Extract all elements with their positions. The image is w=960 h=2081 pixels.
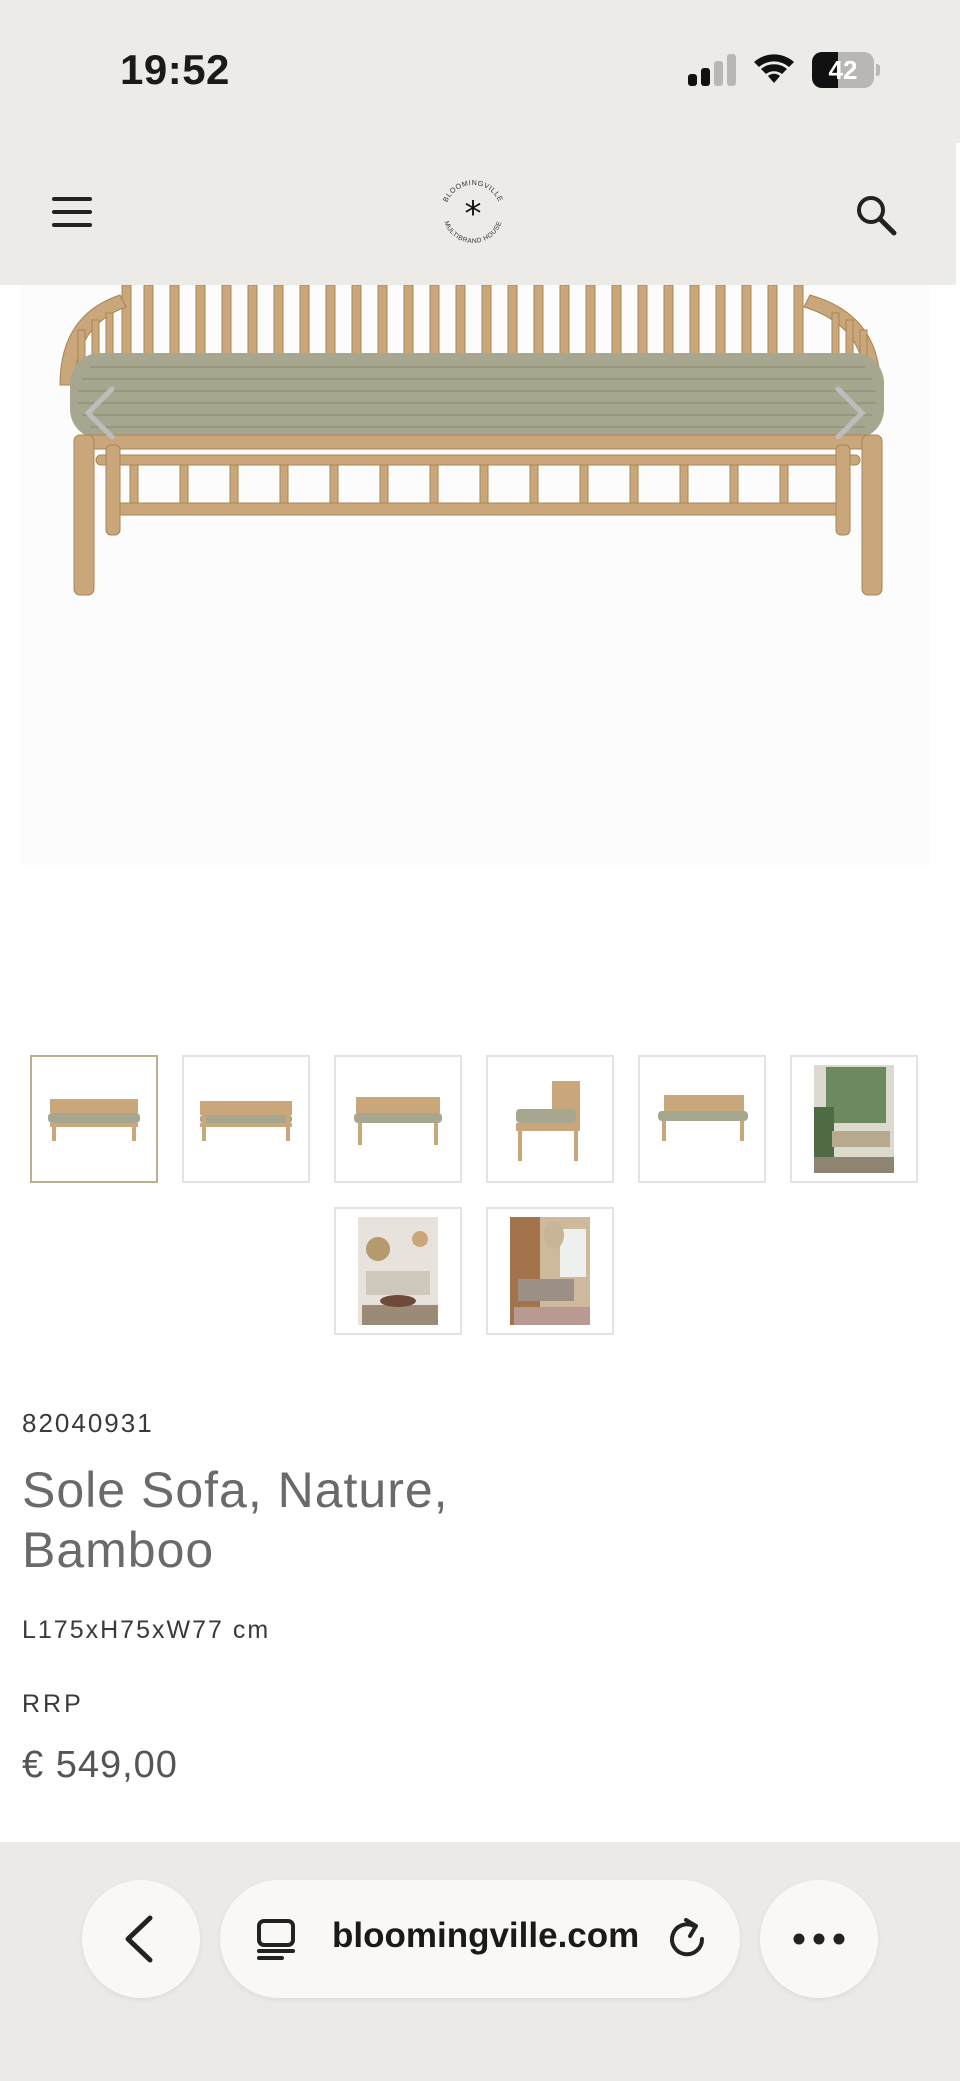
wifi-icon: [754, 54, 794, 83]
battery-level: 42: [828, 55, 858, 85]
more-dots-icon: [793, 1933, 845, 1945]
thumbnail-8[interactable]: [486, 1207, 614, 1335]
main-product-image[interactable]: [20, 284, 930, 865]
next-image-arrow-icon[interactable]: [830, 383, 870, 443]
back-chevron-icon: [125, 1915, 153, 1963]
product-sku: 82040931: [22, 1408, 154, 1438]
cellular-signal-icon: [688, 54, 738, 86]
hamburger-menu-icon[interactable]: [52, 197, 92, 227]
rrp-label: RRP: [22, 1690, 84, 1718]
thumbnail-4[interactable]: [486, 1055, 614, 1183]
product-title: Sole Sofa, Nature, Bamboo: [22, 1460, 582, 1580]
site-header: BLOOMINGVILLE MULTIBRAND HOUSE *: [0, 143, 956, 285]
address-bar[interactable]: bloomingville.com: [220, 1880, 740, 1998]
sofa-image: [59, 284, 884, 596]
product-gallery: [0, 284, 960, 1025]
thumbnail-6[interactable]: [790, 1055, 918, 1183]
thumbnail-2[interactable]: [182, 1055, 310, 1183]
thumbnail-1[interactable]: [30, 1055, 158, 1183]
thumbnail-3[interactable]: [334, 1055, 462, 1183]
brand-logo[interactable]: BLOOMINGVILLE MULTIBRAND HOUSE *: [433, 173, 513, 253]
status-bar: 19:52 42: [0, 0, 960, 143]
thumbnail-5[interactable]: [638, 1055, 766, 1183]
status-time: 19:52: [120, 46, 230, 93]
thumbnail-7[interactable]: [334, 1207, 462, 1335]
prev-image-arrow-icon[interactable]: [80, 383, 120, 443]
tab-overview-icon: [257, 1919, 295, 1960]
product-title-line-2: Bamboo: [22, 1522, 215, 1578]
url-text: bloomingville.com: [332, 1916, 640, 1955]
more-options-button[interactable]: [760, 1880, 878, 1998]
product-price: € 549,00: [22, 1744, 178, 1786]
search-icon[interactable]: [854, 193, 898, 237]
product-title-line-1: Sole Sofa, Nature,: [22, 1462, 449, 1518]
battery-icon: 42: [812, 52, 880, 88]
browser-back-button[interactable]: [82, 1880, 200, 1998]
reload-icon[interactable]: [664, 1916, 710, 1962]
logo-mark: *: [465, 194, 482, 234]
product-dimensions: L175xH75xW77 cm: [22, 1616, 271, 1644]
browser-toolbar: bloomingville.com: [0, 1842, 960, 2081]
